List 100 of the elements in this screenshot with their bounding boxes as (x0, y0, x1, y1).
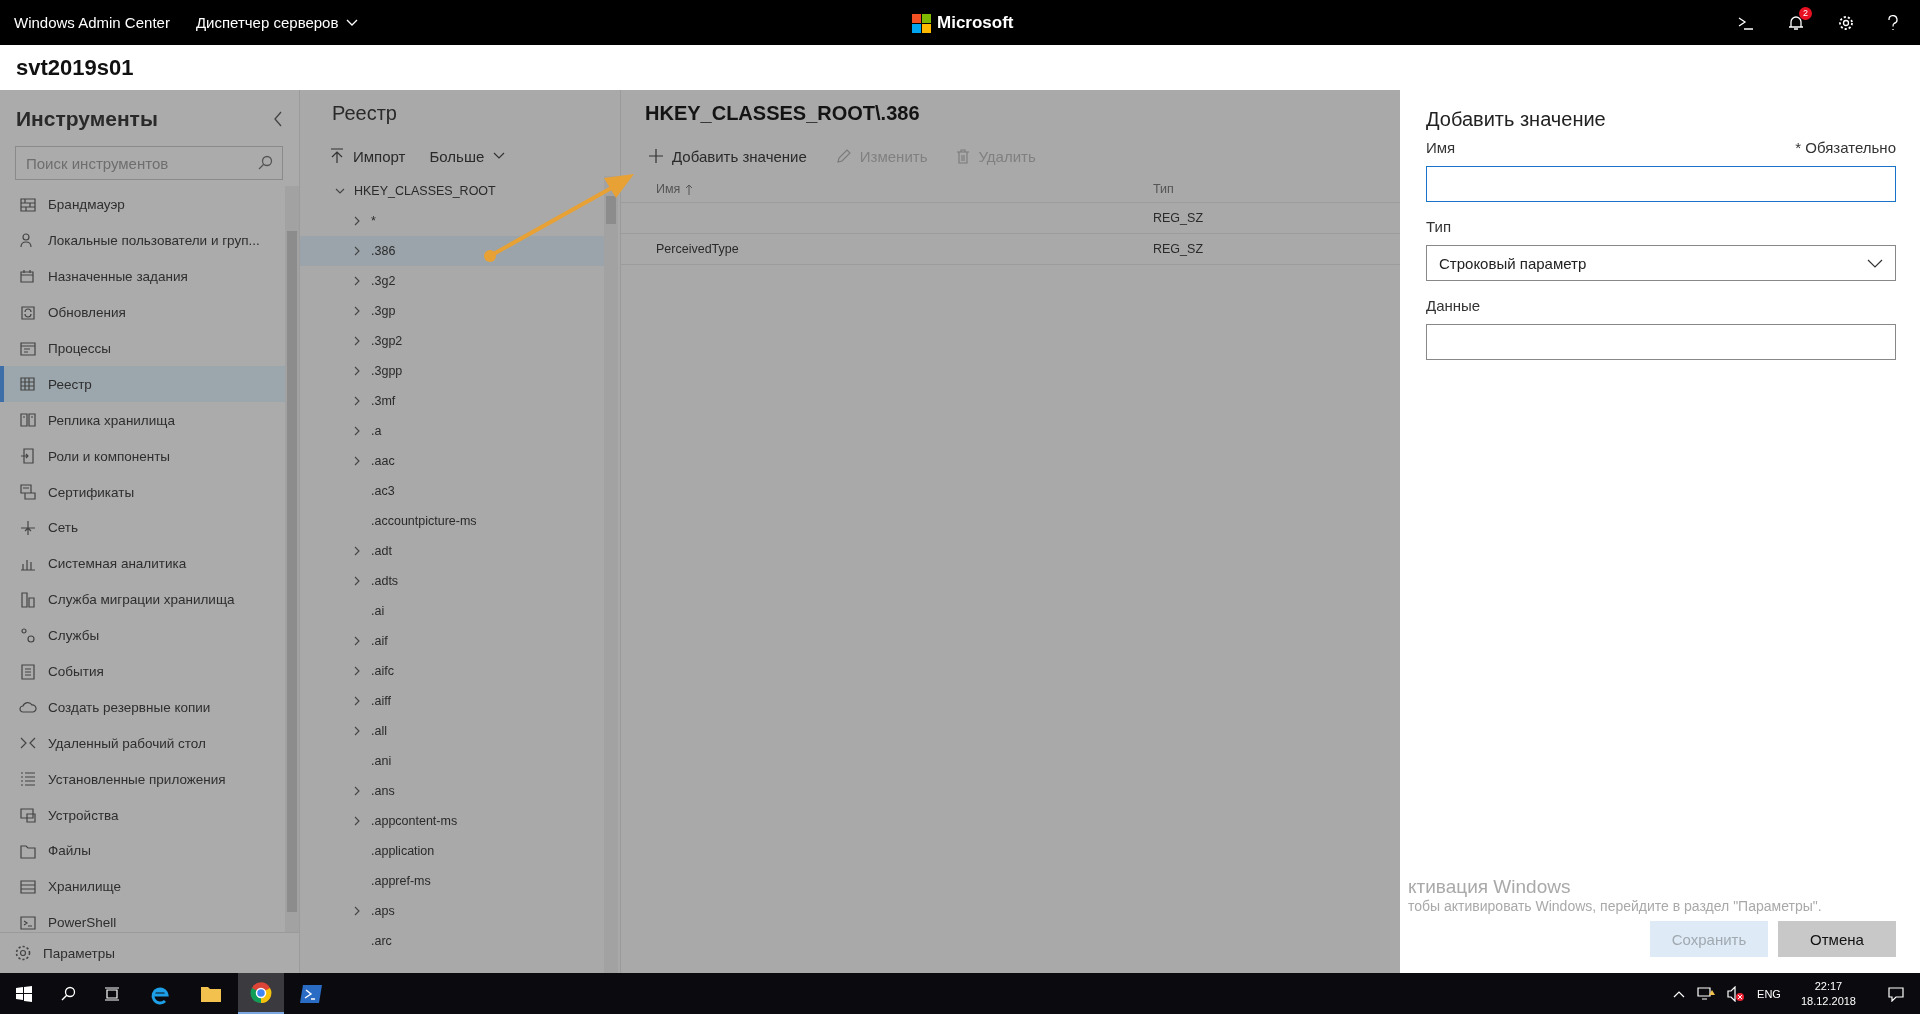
server-icon (19, 590, 37, 609)
help-icon[interactable] (1888, 14, 1898, 31)
grid-icon (19, 375, 37, 394)
task-view-icon[interactable] (104, 985, 120, 1002)
tree-node[interactable]: .adts (300, 566, 604, 596)
tree-node[interactable]: .appcontent-ms (300, 806, 604, 836)
bell-icon[interactable] (1788, 14, 1804, 31)
tree-node[interactable]: .accountpicture-ms (300, 506, 604, 536)
tree-node[interactable]: HKEY_CLASSES_ROOT (300, 176, 604, 206)
language-indicator[interactable]: ENG (1757, 987, 1781, 1000)
tool-item[interactable]: Брандмауэр (0, 187, 285, 223)
tool-item[interactable]: Сеть (0, 510, 285, 546)
cancel-button[interactable]: Отмена (1778, 921, 1896, 957)
tree-node[interactable]: .3gpp (300, 356, 604, 386)
tool-item[interactable]: Устройства (0, 797, 285, 834)
network-warning-icon[interactable] (1697, 985, 1716, 1002)
tool-item[interactable]: Роли и компоненты (0, 438, 285, 475)
activation-text: тобы активировать Windows, перейдите в раздел "Параметры". (1408, 898, 1822, 914)
tree-node[interactable]: .aifc (300, 656, 604, 686)
tool-item[interactable]: Сертификаты (0, 474, 285, 510)
tree-node[interactable]: .arc (300, 926, 604, 956)
tree-node[interactable]: .3g2 (300, 266, 604, 296)
tool-item[interactable]: Локальные пользователи и груп... (0, 222, 285, 259)
column-header[interactable]: Тип (1153, 182, 1174, 196)
field-label: Имя (1426, 139, 1456, 156)
tool-item[interactable]: Назначенные задания (0, 258, 285, 295)
tool-item[interactable]: Реестр (0, 366, 285, 403)
required-note: * Обязательно (1795, 139, 1896, 156)
tool-item[interactable]: Обновления (0, 294, 285, 331)
terminal-icon (19, 913, 37, 932)
chevron-down-icon (493, 152, 506, 160)
tree-node[interactable]: .386 (300, 236, 604, 266)
input-field[interactable] (1426, 166, 1896, 202)
clock-time[interactable]: 22:17 (1814, 978, 1843, 994)
tool-item[interactable]: Удаленный рабочий стол (0, 725, 285, 762)
window-icon (19, 339, 37, 358)
sort-up-icon (685, 183, 694, 195)
plus-icon (649, 149, 663, 163)
upload-icon (330, 148, 344, 164)
scrollbar[interactable] (604, 176, 618, 973)
tool-item[interactable]: Реплика хранилища (0, 402, 285, 439)
tree-node[interactable]: .ai (300, 596, 604, 626)
search-field[interactable]: Поиск инструментов (15, 146, 283, 180)
muted-speaker-icon[interactable] (1727, 985, 1746, 1002)
chevron-up-icon[interactable] (1673, 989, 1686, 998)
scrollbar[interactable] (285, 186, 299, 932)
tool-item[interactable]: Служба миграции хранилища (0, 581, 285, 618)
tree-node[interactable]: .ans (300, 776, 604, 806)
tree-node[interactable]: .appref-ms (300, 866, 604, 896)
tree-node[interactable]: .adt (300, 536, 604, 566)
tool-item[interactable]: Файлы (0, 833, 285, 869)
pencil-icon (836, 149, 851, 163)
tree-node[interactable]: .all (300, 716, 604, 746)
folder-icon[interactable] (200, 984, 222, 1003)
import-button[interactable]: Импорт (330, 147, 406, 165)
clock-date[interactable]: 18.12.2018 (1800, 993, 1856, 1009)
more-button[interactable]: Больше (429, 147, 506, 165)
collapse-icon[interactable] (273, 111, 283, 127)
tree-node[interactable]: .3mf (300, 386, 604, 416)
app-title[interactable]: Windows Admin Center (14, 14, 170, 31)
monitor-icon (19, 806, 37, 825)
terminal-icon[interactable] (300, 983, 322, 1004)
sidebar-title: Инструменты (16, 107, 158, 131)
field-label: Тип (1426, 218, 1451, 235)
input-field[interactable] (1426, 324, 1896, 360)
tree-node[interactable]: .ani (300, 746, 604, 776)
tool-item[interactable]: События (0, 653, 285, 690)
tree-node[interactable]: .3gp2 (300, 326, 604, 356)
columns-icon (19, 411, 37, 430)
tree-node[interactable]: .aiff (300, 686, 604, 716)
pane-title: Реестр (331, 100, 398, 126)
chevron-down-icon (335, 186, 345, 196)
tree-node[interactable]: .3gp (300, 296, 604, 326)
add-value-button[interactable]: Добавить значение (649, 147, 807, 165)
tool-item[interactable]: Системная аналитика (0, 545, 285, 582)
tree-node[interactable]: .aps (300, 896, 604, 926)
windows-logo-icon[interactable] (16, 985, 32, 1002)
tree-node[interactable]: .application (300, 836, 604, 866)
four-squares-logo (912, 13, 931, 33)
terminal-icon[interactable] (1738, 15, 1754, 30)
tree-node[interactable]: .ac3 (300, 476, 604, 506)
tool-item[interactable]: Установленные приложения (0, 761, 285, 798)
tree-node[interactable]: .aac (300, 446, 604, 476)
storage-icon (19, 877, 37, 896)
search-icon[interactable] (60, 985, 76, 1002)
tree-node[interactable]: * (300, 206, 604, 236)
settings-icon[interactable] (1838, 14, 1854, 31)
column-header[interactable]: Имя (656, 182, 681, 196)
tool-item[interactable]: Службы (0, 617, 285, 654)
notification-icon[interactable] (1888, 985, 1904, 1002)
type-dropdown[interactable]: Строковый параметр (1426, 245, 1896, 281)
tree-node[interactable]: .aif (300, 626, 604, 656)
tool-item[interactable]: Процессы (0, 330, 285, 367)
notification-badge: 2 (1799, 6, 1812, 20)
trash-icon (957, 148, 970, 164)
tool-item[interactable]: Создать резервные копии (0, 689, 285, 726)
tool-item[interactable]: Хранилище (0, 868, 285, 905)
taskbar-active-app[interactable] (238, 973, 284, 1014)
connection-menu[interactable]: Диспетчер серверов (195, 14, 359, 31)
tree-node[interactable]: .a (300, 416, 604, 446)
